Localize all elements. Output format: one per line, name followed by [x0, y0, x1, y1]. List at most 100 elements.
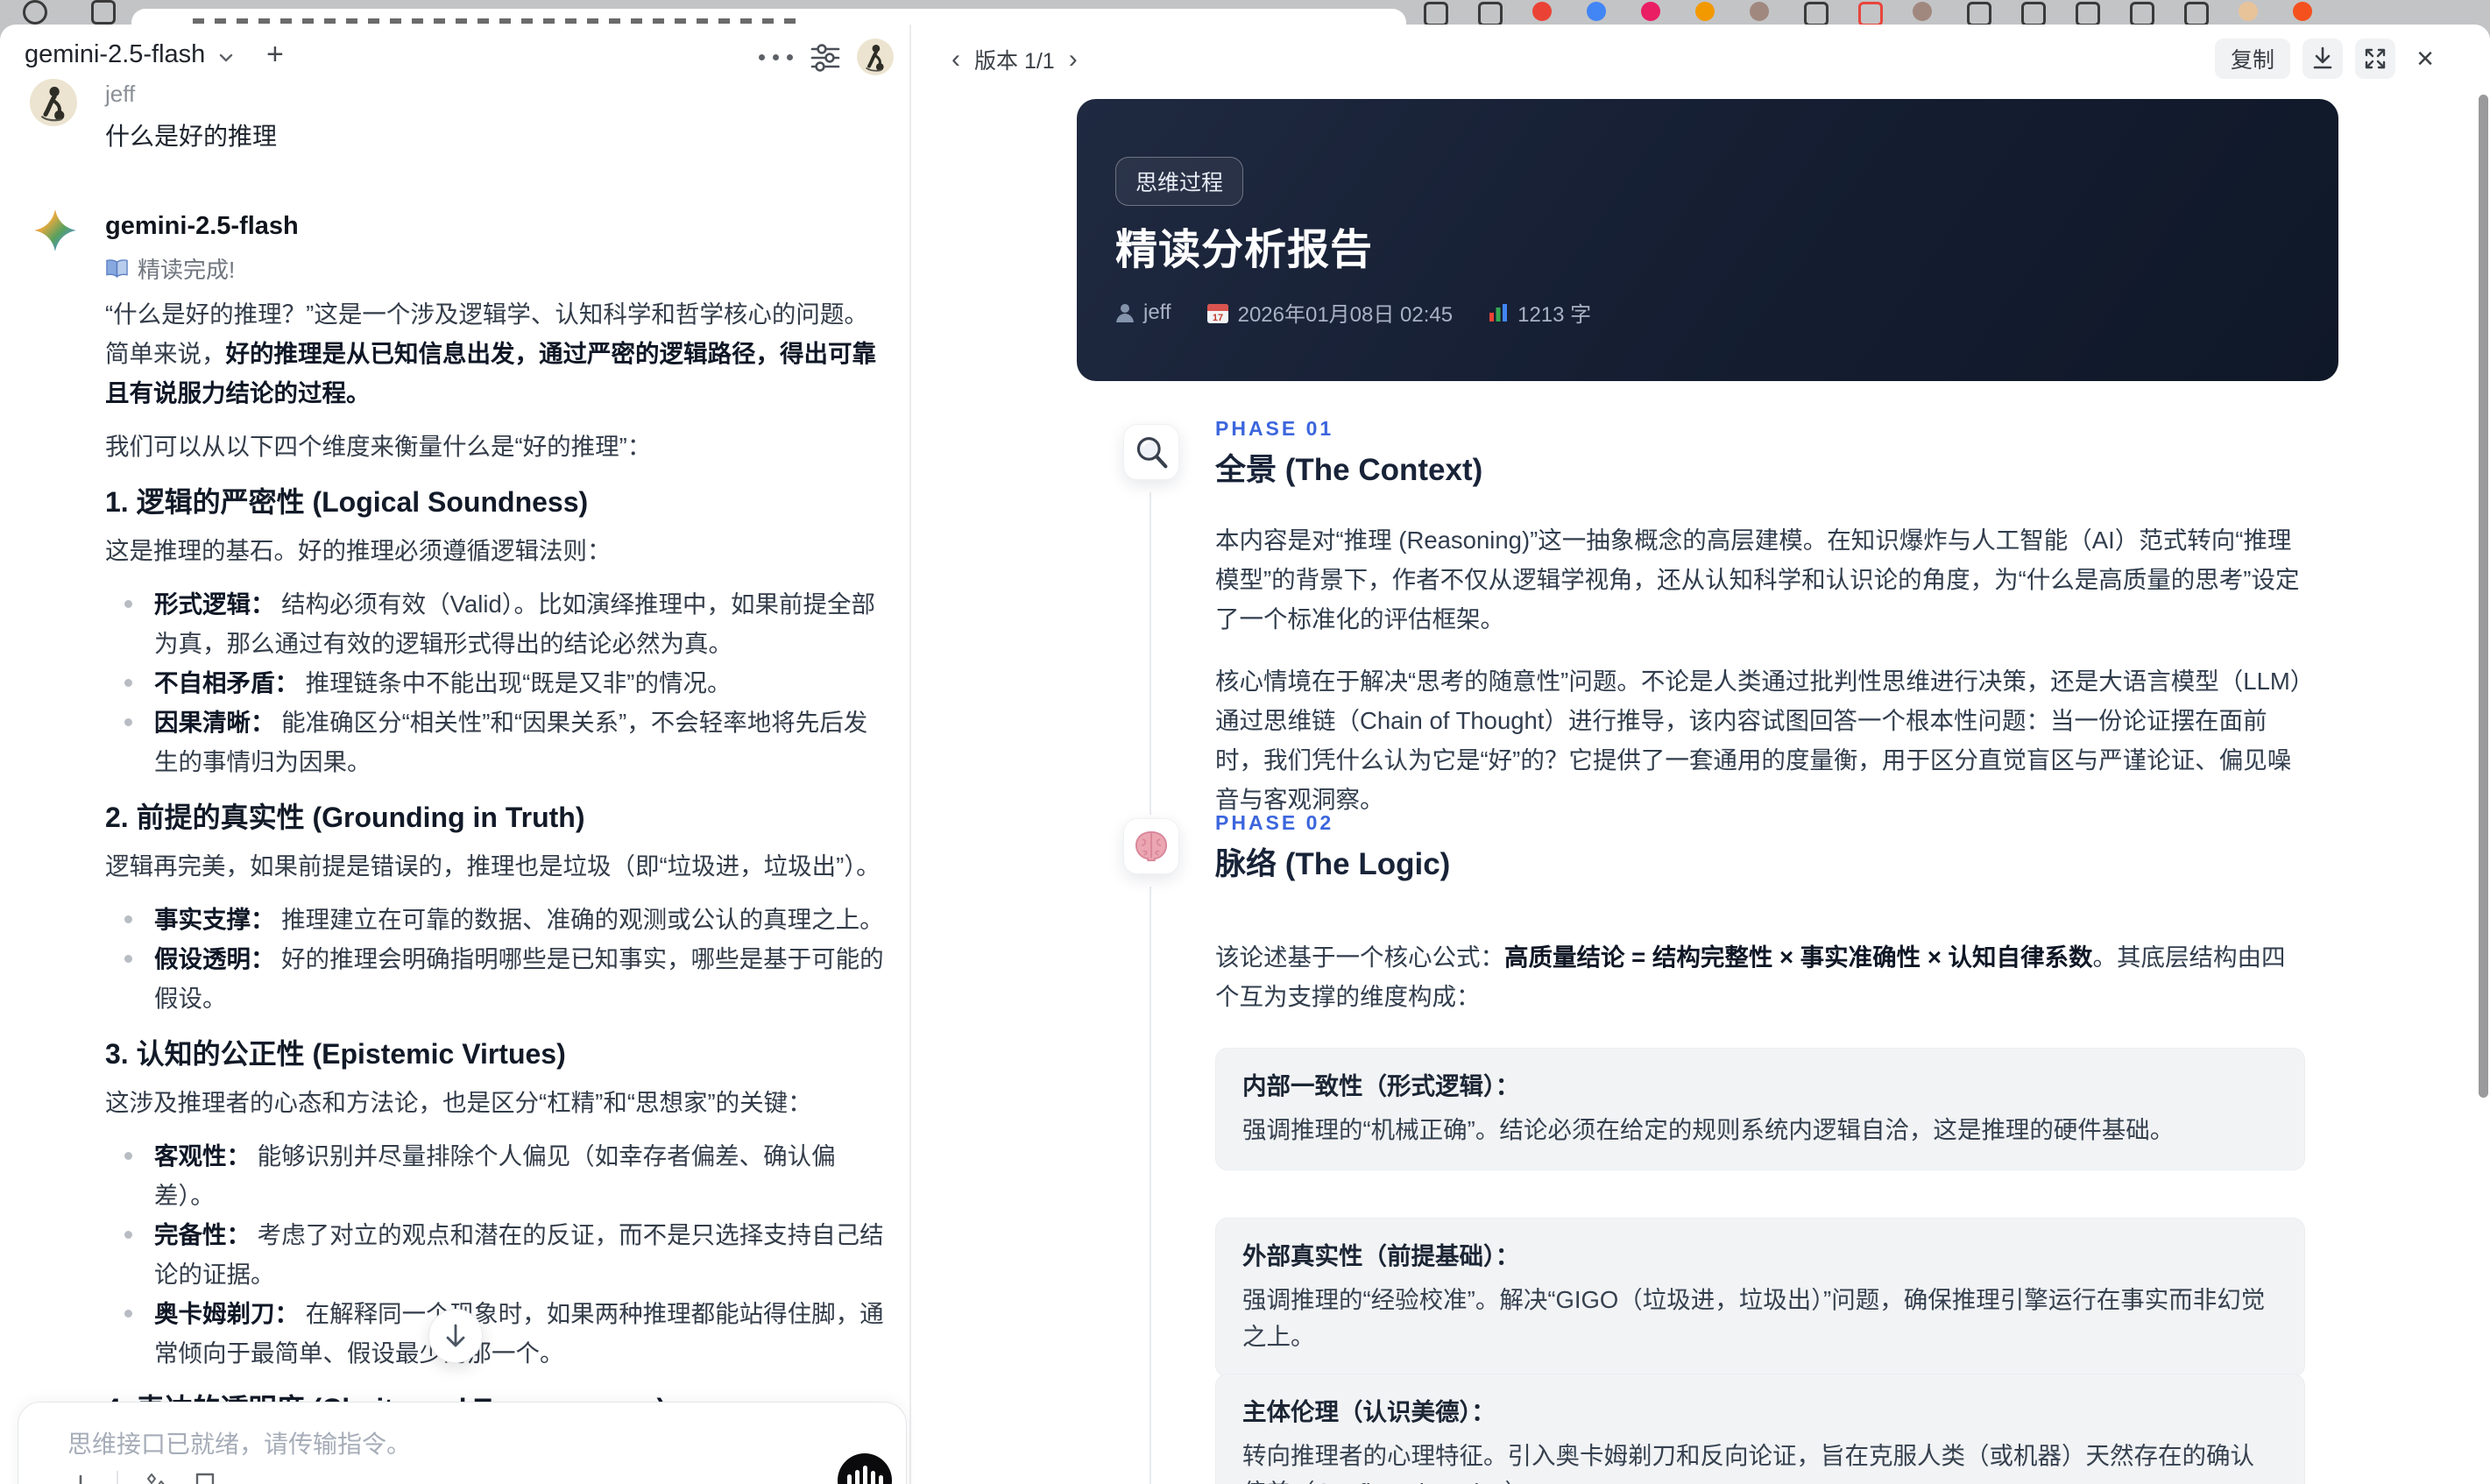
- more-options-button[interactable]: [759, 54, 793, 60]
- browser-apps-grid-icon[interactable]: [91, 0, 116, 25]
- user-avatar: [30, 79, 77, 126]
- browser-reload-icon[interactable]: [23, 0, 47, 25]
- browser-extension-icon[interactable]: [1967, 2, 1991, 26]
- report-title: 精读分析报告: [1115, 227, 1374, 273]
- chat-paragraph: “什么是好的推理？”这是一个涉及逻辑学、认知科学和哲学核心的问题。简单来说，好的…: [105, 300, 876, 406]
- report-date: 2026年01月08日 02:45: [1237, 303, 1454, 327]
- chat-input-placeholder[interactable]: 思维接口已就绪，请传输指令。: [67, 1425, 411, 1460]
- phase1-paragraph: 本内容是对“推理 (Reasoning)”这一抽象概念的高层建模。在知识爆炸与人…: [1215, 526, 2300, 632]
- app-window: gemini-2.5-flash + jeff 什么是好的推理 gemini-2…: [0, 25, 2490, 1484]
- person-icon: [1116, 303, 1134, 322]
- close-panel-button[interactable]: ×: [2408, 39, 2443, 79]
- version-prev-button[interactable]: ‹: [951, 46, 960, 73]
- download-icon: [2313, 46, 2332, 69]
- browser-extension-icon[interactable]: [1478, 2, 1503, 26]
- assistant-message-body: “什么是好的推理？”这是一个涉及逻辑学、认知科学和哲学核心的问题。简单来说，好的…: [105, 294, 887, 1484]
- chat-paragraph: 我们可以从以下四个维度来衡量什么是“好的推理”：: [105, 433, 652, 460]
- browser-extension-icon[interactable]: [1587, 2, 1606, 21]
- phase1-icon-card: [1123, 424, 1179, 480]
- chat-paragraph: 这涉及推理者的心态和方法论，也是区分“杠精”和“思想家”的关键：: [105, 1089, 812, 1116]
- logic-card-agent-ethics: 主体伦理（认识美德）： 转向推理者的心理特征。引入奥卡姆剃刀和反向论证，旨在克服…: [1215, 1374, 2305, 1484]
- chat-bullet-item: 假设透明： 好的推理会明确指明哪些是已知事实，哪些是基于可能的假设。: [105, 939, 887, 1018]
- phase1-title: 全景 (The Context): [1215, 453, 1483, 487]
- phase1-paragraph: 核心情境在于解决“思考的随意性”问题。不论是人类通过批判性思维进行决策，还是大语…: [1215, 668, 2303, 813]
- book-icon: [106, 258, 128, 278]
- model-selector[interactable]: gemini-2.5-flash: [25, 40, 235, 69]
- user-avatar-small[interactable]: [857, 39, 894, 75]
- sparkle-tools-icon[interactable]: [141, 1471, 171, 1484]
- model-name: gemini-2.5-flash: [25, 40, 206, 68]
- browser-extension-icon[interactable]: [2130, 2, 2154, 26]
- chat-paragraph: 这是推理的基石。好的推理必须遵循逻辑法则：: [105, 537, 612, 564]
- chat-section-heading: 2. 前提的真实性 (Grounding in Truth): [105, 802, 585, 833]
- gemini-logo-icon: [34, 209, 76, 251]
- scrollbar[interactable]: [2479, 95, 2488, 1098]
- report-badge: 思维过程: [1115, 157, 1244, 206]
- chat-bullet-item: 奥卡姆剃刀： 在解释同一个现象时，如果两种推理都能站得住脚，通常倾向于最简单、假…: [105, 1294, 887, 1373]
- calendar-icon: 17: [1206, 303, 1228, 323]
- report-author: jeff: [1143, 300, 1171, 324]
- browser-extension-icon[interactable]: [2239, 2, 2258, 21]
- browser-extension-icon[interactable]: [1913, 2, 1932, 21]
- browser-extension-icon[interactable]: [1532, 2, 1552, 21]
- browser-extension-icon[interactable]: [1695, 2, 1715, 21]
- copy-button[interactable]: 复制: [2214, 39, 2290, 79]
- new-chat-button[interactable]: +: [266, 39, 284, 70]
- card-title: 内部一致性（形式逻辑）：: [1242, 1072, 1520, 1099]
- report-hero-card: 思维过程 精读分析报告 jeff 17 2026年01月08日 02:45 12…: [1077, 99, 2338, 381]
- voice-input-button[interactable]: [838, 1453, 892, 1484]
- browser-extension-icon[interactable]: [1858, 2, 1883, 26]
- phase2-icon-card: [1123, 818, 1179, 874]
- browser-extension-icon[interactable]: [1750, 2, 1769, 21]
- svg-text:17: 17: [1212, 313, 1222, 323]
- browser-extension-icon[interactable]: [1424, 2, 1448, 26]
- input-divider: [117, 1471, 118, 1484]
- browser-extension-icon[interactable]: [2293, 2, 2312, 21]
- card-title: 外部真实性（前提基础）：: [1242, 1242, 1520, 1269]
- phase2-intro: 该论述基于一个核心公式：高质量结论 = 结构完整性 × 事实准确性 × 认知自律…: [1215, 937, 2305, 1039]
- chat-bullet-item: 因果清晰： 能准确区分“相关性”和“因果关系”，不会轻率地将先后发生的事情归为因…: [105, 703, 887, 781]
- chat-bullet-item: 事实支撑： 推理建立在可靠的数据、准确的观测或公认的真理之上。: [105, 900, 887, 939]
- card-body: 转向推理者的心理特征。引入奥卡姆剃刀和反向论证，旨在克服人类（或机器）天然存在的…: [1242, 1442, 2254, 1484]
- bookmark-icon[interactable]: [194, 1472, 216, 1484]
- browser-extension-icon[interactable]: [2021, 2, 2046, 26]
- assistant-status: 精读完成!: [105, 252, 235, 285]
- bar-chart-icon: [1489, 303, 1508, 322]
- settings-sliders-icon[interactable]: [808, 40, 843, 75]
- scroll-to-bottom-button[interactable]: [428, 1309, 483, 1363]
- chevron-down-icon: [220, 53, 233, 61]
- card-body: 强调推理的“机械正确”。结论必须在给定的规则系统内逻辑自洽，这是推理的硬件基础。: [1242, 1116, 2175, 1143]
- phase1-label: PHASE 01: [1215, 417, 1334, 440]
- card-title: 主体伦理（认识美德）：: [1242, 1398, 1496, 1425]
- chat-bullet-list: 事实支撑： 推理建立在可靠的数据、准确的观测或公认的真理之上。 假设透明： 好的推…: [105, 900, 887, 1018]
- artifact-panel: ‹ 版本 1/1 › 复制 × 思维过程 精读分析报告 jeff 17 2026…: [911, 25, 2490, 1484]
- fullscreen-button[interactable]: [2355, 39, 2395, 79]
- brain-icon: [1135, 830, 1168, 862]
- browser-extension-icon[interactable]: [1804, 2, 1829, 26]
- chat-section-heading: 1. 逻辑的严密性 (Logical Soundness): [105, 486, 589, 518]
- chat-bullet-item: 完备性： 考虑了对立的观点和潜在的反证，而不是只选择支持自己结论的证据。: [105, 1215, 887, 1294]
- user-message: 什么是好的推理: [105, 123, 278, 150]
- browser-extension-icon[interactable]: [1641, 2, 1660, 21]
- assistant-status-text: 精读完成!: [138, 257, 236, 283]
- attach-plus-icon[interactable]: [67, 1473, 94, 1484]
- version-next-button[interactable]: ›: [1069, 46, 1078, 73]
- version-label: 版本 1/1: [974, 49, 1055, 74]
- chat-panel: gemini-2.5-flash + jeff 什么是好的推理 gemini-2…: [0, 25, 909, 1484]
- chat-bullet-list: 形式逻辑： 结构必须有效（Valid）。比如演绎推理中，如果前提全部为真，那么通…: [105, 584, 887, 781]
- browser-extension-icon[interactable]: [2076, 2, 2100, 26]
- timeline-line: [1150, 887, 1151, 1484]
- avatar-figure-icon: [40, 87, 65, 122]
- phase2-title: 脉络 (The Logic): [1215, 847, 1451, 881]
- magnifier-icon: [1136, 437, 1168, 469]
- chat-section-heading: 3. 认知的公正性 (Epistemic Virtues): [105, 1038, 566, 1070]
- assistant-name: gemini-2.5-flash: [105, 212, 299, 240]
- chat-input-box[interactable]: 思维接口已就绪，请传输指令。: [18, 1402, 907, 1484]
- download-button[interactable]: [2303, 39, 2343, 79]
- phase1-body: 本内容是对“推理 (Reasoning)”这一抽象概念的高层建模。在知识爆炸与人…: [1215, 520, 2305, 842]
- report-word-count: 1213 字: [1517, 303, 1592, 327]
- card-body: 强调推理的“经验校准”。解决“GIGO（垃圾进，垃圾出）”问题，确保推理引擎运行…: [1242, 1286, 2266, 1350]
- chat-bullet-item: 形式逻辑： 结构必须有效（Valid）。比如演绎推理中，如果前提全部为真，那么通…: [105, 584, 887, 663]
- browser-extension-icon[interactable]: [2184, 2, 2209, 26]
- expand-icon: [2365, 48, 2386, 69]
